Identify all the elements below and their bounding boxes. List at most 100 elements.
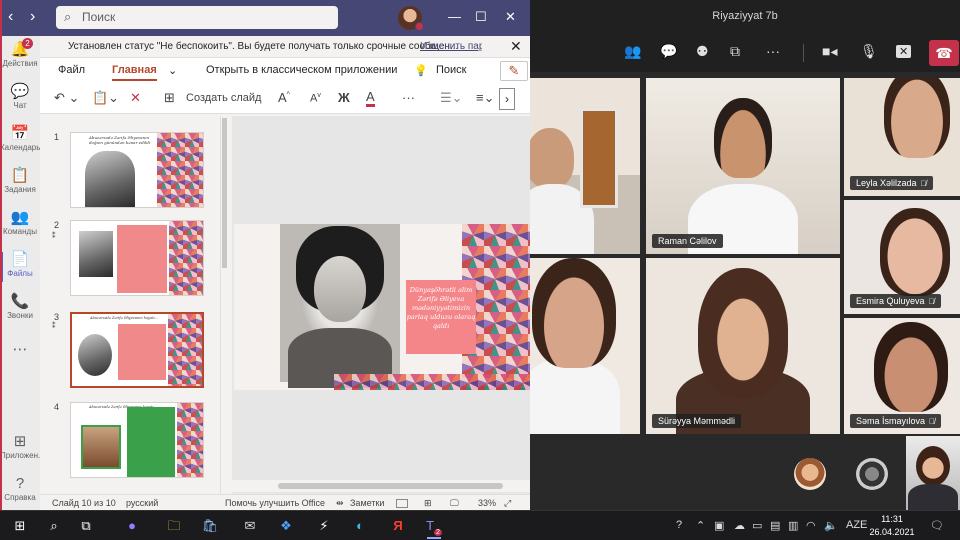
- stop-sharing-icon[interactable]: ✕: [896, 45, 912, 58]
- rail-item-chat[interactable]: 💬 Чат: [0, 83, 40, 111]
- system-clock[interactable]: 11:31 26.04.2021: [868, 513, 916, 539]
- rail-item-more[interactable]: ⋯: [0, 342, 40, 358]
- horizontal-scroll-thumb[interactable]: [278, 483, 503, 489]
- video-tile-leyla[interactable]: Leyla Xəlilzada 🎙̸: [844, 78, 960, 196]
- tab-file[interactable]: Файл: [58, 64, 85, 76]
- video-tile-partial-girl[interactable]: [530, 258, 640, 434]
- task-view-icon[interactable]: ⧉: [76, 517, 96, 535]
- video-tile-raman[interactable]: Raman Cəlilov: [646, 78, 840, 254]
- notifications-icon[interactable]: 🗨: [930, 519, 944, 532]
- delete-icon[interactable]: ✕: [130, 90, 141, 106]
- pen-edit-icon[interactable]: ✎: [500, 61, 528, 81]
- participants-icon[interactable]: 👥: [624, 43, 641, 60]
- new-slide-button[interactable]: Создать слайд: [186, 92, 261, 104]
- participant-avatar[interactable]: [856, 458, 888, 490]
- maximize-icon[interactable]: ☐: [475, 9, 487, 25]
- chat-icon: 💬: [10, 83, 30, 100]
- notes-button[interactable]: Заметки: [350, 498, 384, 508]
- reading-view-icon[interactable]: 🖵: [450, 498, 459, 509]
- windows-start-icon[interactable]: ⊞: [10, 517, 30, 535]
- close-window-icon[interactable]: ✕: [505, 9, 516, 25]
- display-tray-icon[interactable]: ▤: [770, 519, 780, 532]
- search-icon[interactable]: ⌕: [44, 517, 64, 535]
- rail-item-activity[interactable]: 🔔 2 Действия: [0, 38, 40, 68]
- increase-font-icon[interactable]: A^: [278, 90, 290, 105]
- paste-icon[interactable]: 📋⌄: [92, 90, 119, 106]
- slide-thumbnail-2[interactable]: [70, 220, 204, 296]
- camera-icon[interactable]: ■◂: [822, 43, 837, 60]
- open-desktop-app-button[interactable]: Открыть в классическом приложении: [206, 64, 397, 76]
- breakout-rooms-icon[interactable]: ⚉: [696, 43, 709, 60]
- file-explorer-icon[interactable]: 🗀: [164, 517, 184, 535]
- user-avatar[interactable]: [398, 6, 424, 31]
- current-slide[interactable]: Dünyaşöhrətli alim Zərifə Əliyeva mədəni…: [234, 224, 530, 390]
- minimize-icon[interactable]: —: [448, 9, 461, 24]
- slide-thumbnail-1[interactable]: Abuzərzadə Zərifə Əliyevanın doğum günün…: [70, 132, 204, 208]
- bullets-icon[interactable]: ☰⌄: [440, 90, 463, 106]
- hang-up-icon[interactable]: ☎: [929, 40, 959, 66]
- self-view-video[interactable]: [906, 436, 960, 510]
- video-tile-sema[interactable]: Səma İsmayılova 🎙̸: [844, 318, 960, 434]
- slide-text-box[interactable]: Dünyaşöhrətli alim Zərifə Əliyeva mədəni…: [406, 280, 476, 354]
- video-tile-sureyya[interactable]: Sürəyya Məmmədli: [646, 258, 840, 434]
- rail-item-teams[interactable]: 👥 Команды: [0, 210, 40, 237]
- feedback-link[interactable]: Помочь улучшить Office: [225, 498, 325, 508]
- share-tray-icon[interactable]: ⧉: [730, 43, 740, 60]
- rail-item-calls[interactable]: 📞 Звонки: [0, 294, 40, 321]
- teams-search-box[interactable]: ⌕ Поиск: [56, 6, 338, 29]
- rail-item-help[interactable]: ? Справка: [0, 476, 40, 503]
- dropbox-icon[interactable]: ❖: [276, 517, 296, 535]
- align-icon[interactable]: ≡⌄: [476, 90, 494, 106]
- rail-item-assignments[interactable]: 📋 Задания: [0, 168, 40, 195]
- close-notice-icon[interactable]: ✕: [510, 38, 522, 55]
- microphone-icon[interactable]: 🎙: [860, 43, 878, 60]
- thumbnail-scroll-thumb[interactable]: [222, 118, 227, 268]
- ribbon-search[interactable]: Поиск: [436, 64, 466, 76]
- back-arrow-icon[interactable]: ‹: [8, 8, 13, 26]
- edge-browser-icon[interactable]: ◐: [350, 517, 370, 535]
- monitor-tray-icon[interactable]: ▭: [752, 519, 762, 532]
- more-options-icon[interactable]: ···: [402, 90, 415, 105]
- chevron-up-icon[interactable]: ⌃: [696, 519, 705, 532]
- help-tray-icon[interactable]: ?: [676, 519, 682, 531]
- normal-view-icon[interactable]: [396, 499, 408, 508]
- forward-arrow-icon[interactable]: ›: [30, 8, 35, 26]
- cloud-tray-icon[interactable]: ☁: [734, 519, 745, 532]
- bolt-app-icon[interactable]: ⚡: [314, 517, 334, 535]
- undo-icon[interactable]: ↶ ⌄: [54, 90, 79, 106]
- volume-icon[interactable]: 🔈: [824, 519, 838, 532]
- alice-assistant-icon[interactable]: ●: [122, 517, 142, 535]
- video-tile-esmira[interactable]: Esmira Quluyeva 🎙̸: [844, 200, 960, 314]
- camera-tray-icon[interactable]: ▣: [714, 519, 724, 532]
- canvas-horizontal-scrollbar[interactable]: [232, 480, 530, 492]
- fit-slide-icon[interactable]: ⤢: [504, 498, 511, 509]
- slide-thumbnail-4[interactable]: Abuzərzadə Zərifə Əliyevanın həyatı...: [70, 402, 204, 478]
- ribbon-collapse-icon[interactable]: ⌄: [168, 64, 177, 77]
- tab-home[interactable]: Главная: [112, 64, 157, 81]
- rail-item-apps[interactable]: ⊞ Приложен...: [0, 434, 40, 461]
- store-icon[interactable]: 🛍: [200, 517, 220, 535]
- input-language[interactable]: AZE: [846, 519, 867, 531]
- ribbon-more-chevron-icon[interactable]: ›: [499, 88, 515, 110]
- slide-thumbnail-3[interactable]: Abuzərzadə Zərifə Əliyevanın həyatı...: [70, 312, 204, 388]
- change-settings-link[interactable]: Изменить пар: [420, 41, 482, 52]
- more-actions-icon[interactable]: ···: [766, 43, 780, 59]
- decrease-font-icon[interactable]: Av: [310, 92, 321, 105]
- participant-avatar[interactable]: [794, 458, 826, 490]
- slide-sorter-icon[interactable]: ⊞: [424, 498, 432, 509]
- video-tile-partial-boy[interactable]: [530, 78, 640, 254]
- rail-item-calendar[interactable]: 📅 Календарь: [0, 126, 40, 153]
- teams-taskbar-icon[interactable]: T2: [424, 517, 444, 539]
- language-indicator[interactable]: русский: [126, 498, 158, 508]
- chat-icon[interactable]: 💬: [660, 43, 677, 60]
- wifi-icon[interactable]: ◠: [806, 519, 816, 532]
- font-color-icon[interactable]: A: [366, 90, 375, 107]
- network-tray-icon[interactable]: ▥: [788, 519, 798, 532]
- mail-icon[interactable]: ✉: [240, 517, 260, 535]
- zoom-level[interactable]: 33%: [478, 498, 496, 508]
- rail-item-files[interactable]: 📄 Файлы: [0, 252, 40, 282]
- thumbnail-scrollbar[interactable]: [220, 116, 228, 494]
- slide-portrait-photo[interactable]: [280, 224, 400, 388]
- yandex-browser-icon[interactable]: Я: [388, 517, 408, 535]
- bold-button[interactable]: Ж: [338, 90, 350, 105]
